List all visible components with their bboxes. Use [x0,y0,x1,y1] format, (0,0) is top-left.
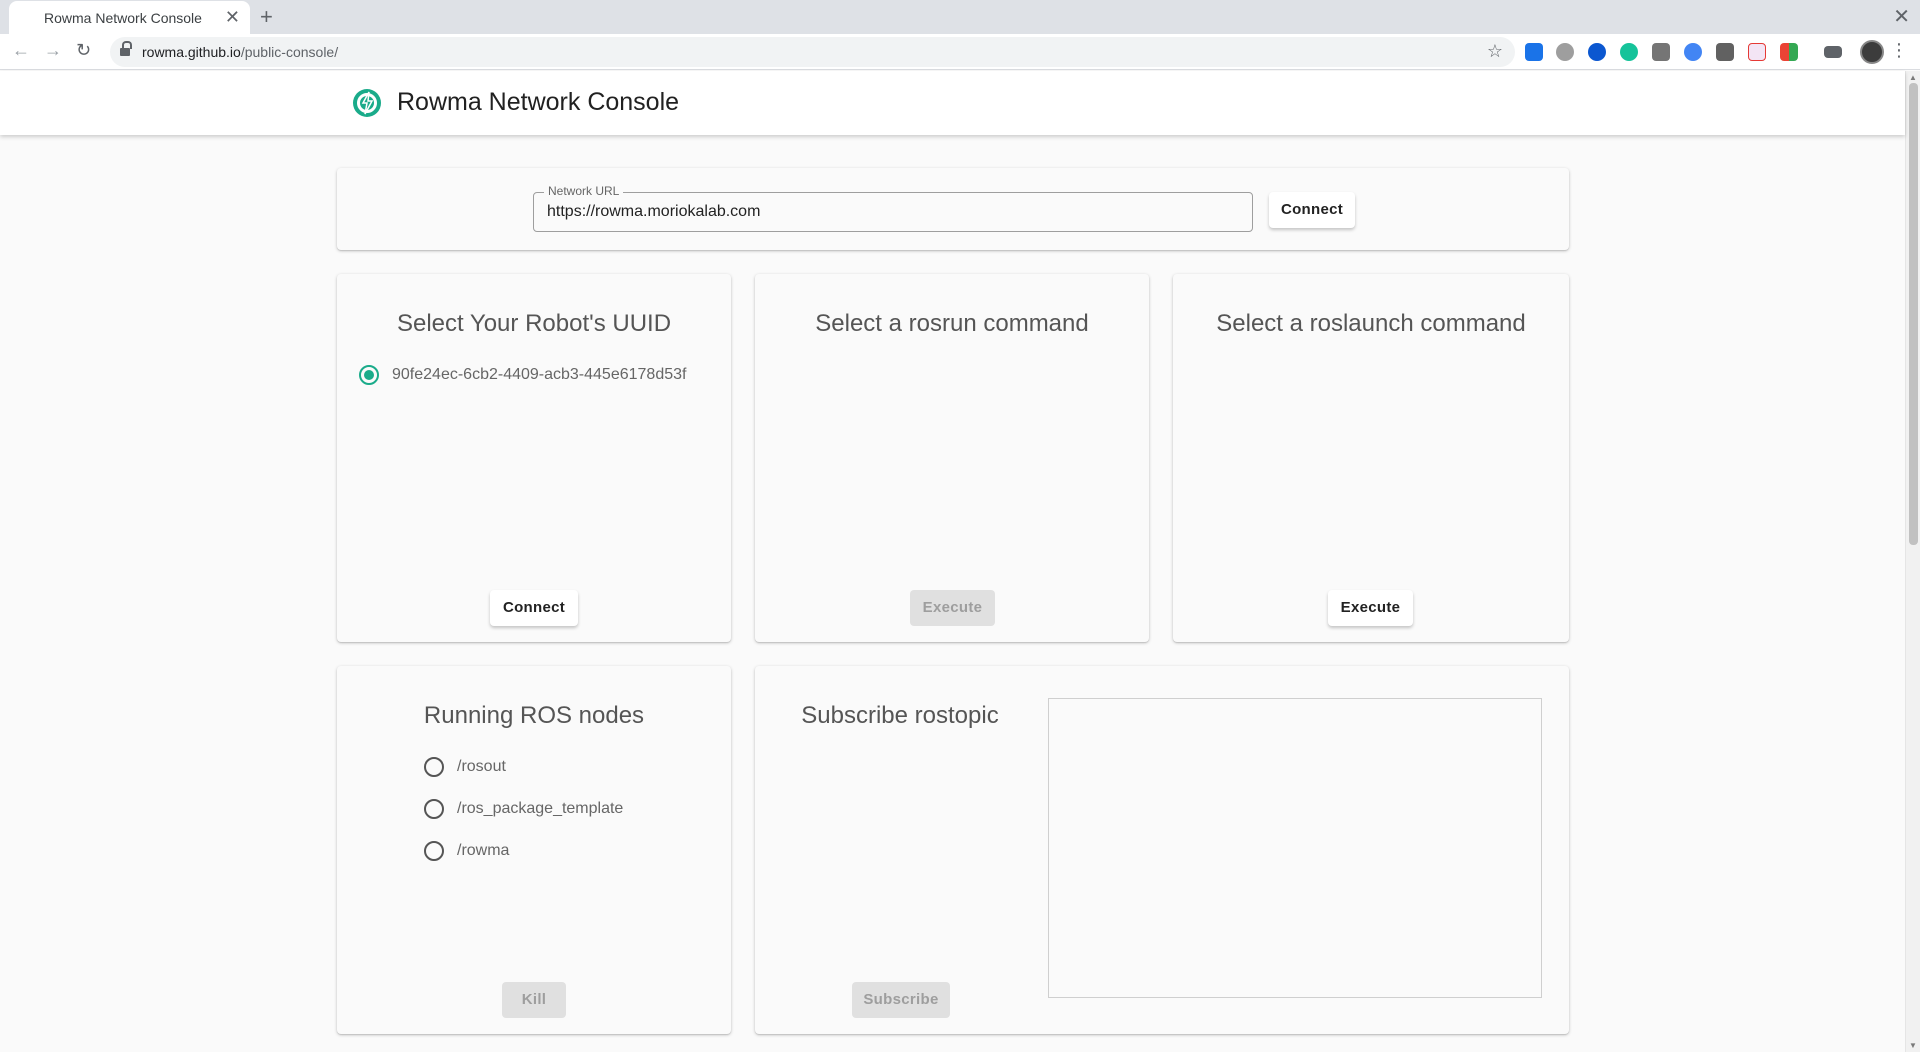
rosrun-card-title: Select a rosrun command [815,310,1089,337]
bookmark-star-icon[interactable]: ☆ [1487,41,1503,62]
radio-unchecked-icon[interactable] [424,757,444,777]
scroll-down-icon[interactable]: ▼ [1909,1041,1917,1050]
uuid-card-title: Select Your Robot's UUID [396,310,672,337]
extension-icon[interactable] [1525,43,1543,61]
browser-menu-icon[interactable]: ⋮ [1890,40,1908,61]
url-path: /public-console/ [240,44,339,60]
browser-toolbar: ← → ↻ rowma.github.io/public-console/ ☆ … [0,34,1920,70]
roslaunch-execute-button[interactable]: Execute [1328,590,1413,626]
node-radio-item[interactable]: /rosout [424,757,506,777]
uuid-label: 90fe24ec-6cb2-4409-acb3-445e6178d53f [392,366,687,383]
node-radio-item[interactable]: /ros_package_template [424,799,623,819]
app-title: Rowma Network Console [397,88,680,116]
tab-title: Rowma Network Console [44,9,202,26]
rosrun-execute-button[interactable]: Execute [910,590,995,626]
browser-tab-bar: Rowma Network Console ✕ + ✕ [0,0,1920,34]
app-header: Rowma Network Console [0,71,1905,135]
node-radio-item[interactable]: /rowma [424,841,509,861]
lock-icon [120,41,132,57]
topic-output-box [1048,698,1542,998]
extension-icon[interactable] [1780,43,1798,61]
node-label: /ros_package_template [457,800,624,817]
tab-close-icon[interactable]: ✕ [225,7,240,27]
back-icon[interactable]: ← [12,40,30,61]
grammarly-icon[interactable] [1620,43,1638,61]
nodes-card-title: Running ROS nodes [423,702,645,729]
radio-unchecked-icon[interactable] [424,841,444,861]
network-url-field[interactable]: Network URL https://rowma.moriokalab.com [533,184,1253,232]
roslaunch-card-title: Select a roslaunch command [1216,310,1526,337]
rosrun-card: Select a rosrun command Execute [755,274,1149,642]
extension-icon[interactable] [1716,43,1734,61]
radio-checked-icon[interactable] [359,365,379,385]
forward-icon[interactable]: → [44,40,62,61]
extension-icon[interactable] [1652,43,1670,61]
url-host: rowma.github.io [142,44,241,60]
subscribe-button[interactable]: Subscribe [852,982,950,1018]
new-tab-icon[interactable]: + [260,4,273,30]
extension-icon[interactable] [1588,43,1606,61]
scrollbar-thumb[interactable] [1909,83,1918,545]
extension-icon[interactable] [1684,43,1702,61]
network-url-input[interactable]: https://rowma.moriokalab.com [547,203,760,221]
address-bar[interactable]: rowma.github.io/public-console/ ☆ [110,37,1515,67]
ros-nodes-card: Running ROS nodes /rosout /ros_package_t… [337,666,731,1034]
roslaunch-card: Select a roslaunch command Execute [1173,274,1569,642]
window-close-icon[interactable]: ✕ [1893,4,1910,29]
rostopic-card: Subscribe rostopic Subscribe [755,666,1569,1034]
rowma-logo-icon [353,89,381,117]
browser-tab[interactable]: Rowma Network Console ✕ [9,1,250,34]
rostopic-card-title: Subscribe rostopic [801,702,999,729]
profile-avatar-icon[interactable] [1860,40,1884,64]
reload-icon[interactable]: ↻ [76,40,91,61]
robot-uuid-card: Select Your Robot's UUID 90fe24ec-6cb2-4… [337,274,731,642]
extension-icon[interactable] [1556,43,1574,61]
robot-connect-button[interactable]: Connect [490,590,578,626]
kill-node-button[interactable]: Kill [502,982,566,1018]
network-connect-button[interactable]: Connect [1269,192,1355,228]
network-url-label: Network URL [544,184,624,198]
address-url: rowma.github.io/public-console/ [142,44,338,60]
node-label: /rowma [457,842,510,859]
extension-icon[interactable] [1748,43,1766,61]
scroll-up-icon[interactable]: ▲ [1909,73,1917,82]
radio-unchecked-icon[interactable] [424,799,444,819]
network-url-card: Network URL https://rowma.moriokalab.com… [337,168,1569,250]
uuid-radio-item[interactable]: 90fe24ec-6cb2-4409-acb3-445e6178d53f [359,365,686,385]
node-label: /rosout [457,758,506,775]
page-scrollbar[interactable]: ▲ ▼ [1905,71,1920,1052]
media-control-icon[interactable] [1824,46,1842,58]
